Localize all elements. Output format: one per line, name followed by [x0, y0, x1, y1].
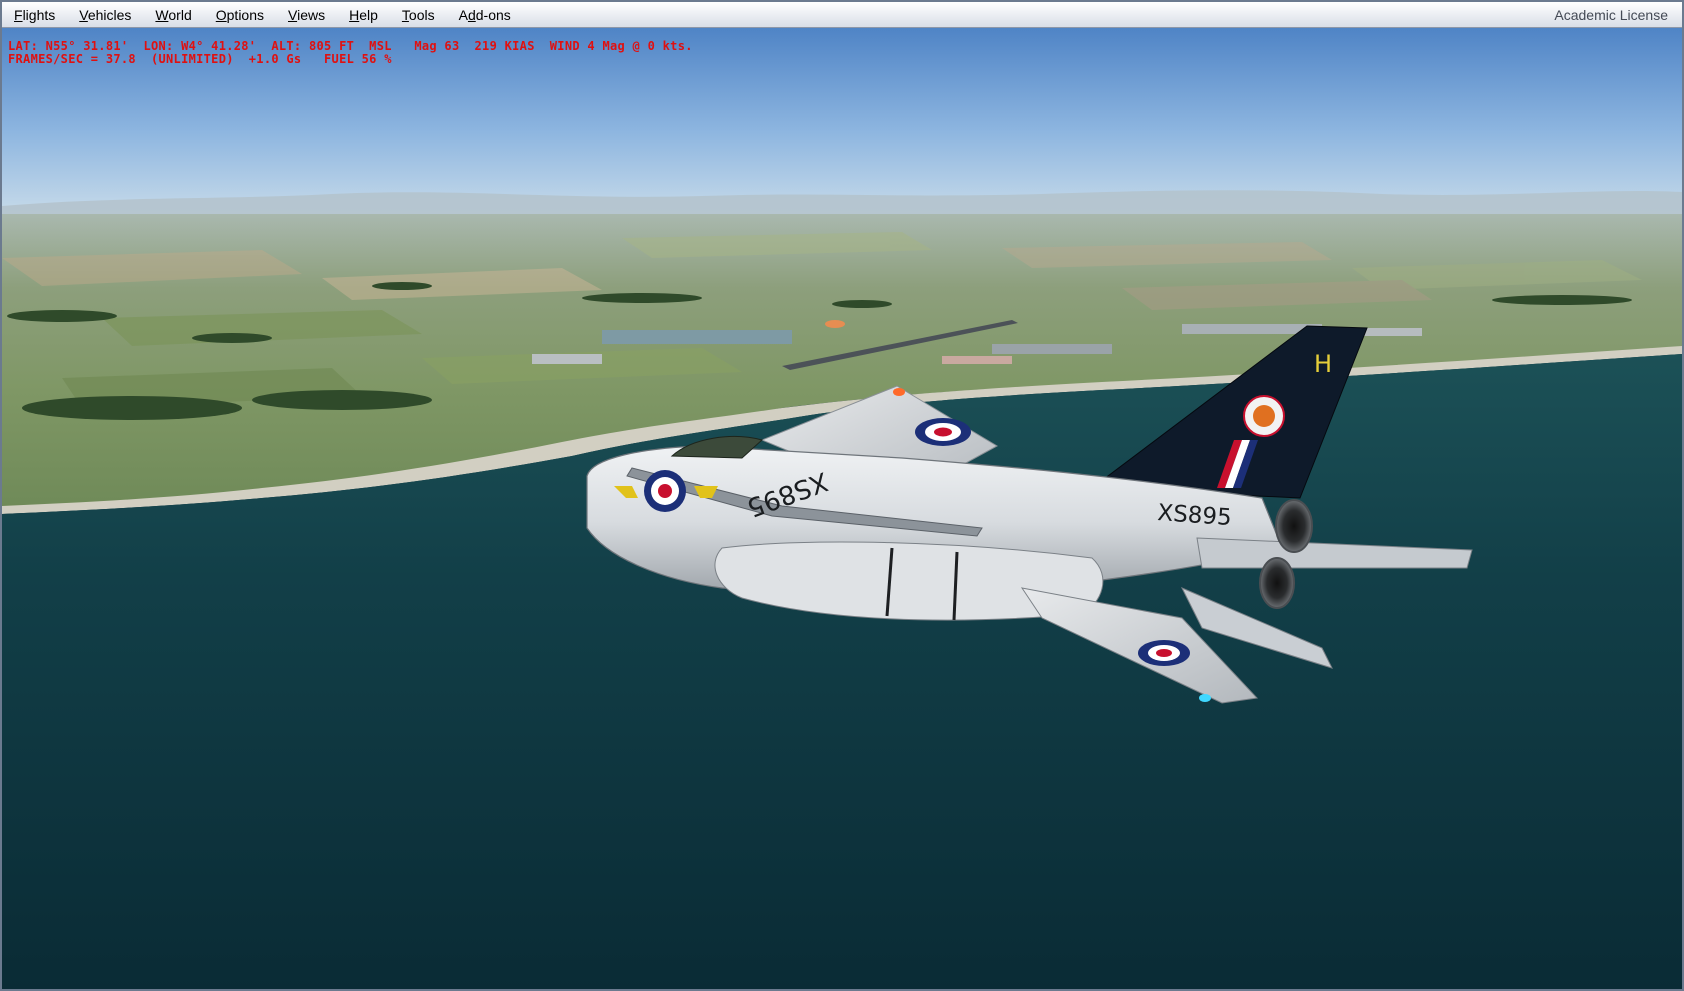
- menu-tools[interactable]: Tools: [390, 2, 447, 28]
- menu-world[interactable]: World: [143, 2, 203, 28]
- fuselage-serial: XS895: [1157, 500, 1233, 531]
- fuselage-roundel: [644, 470, 686, 512]
- formation-light: [1199, 694, 1211, 702]
- airfield-light: [825, 320, 845, 328]
- menu-help[interactable]: Help: [337, 2, 390, 28]
- hud-readout: LAT: N55° 31.81' LON: W4° 41.28' ALT: 80…: [8, 40, 693, 66]
- flight-scene[interactable]: H XS895 XS895: [2, 28, 1682, 991]
- menu-views[interactable]: Views: [276, 2, 337, 28]
- menu-vehicles[interactable]: Vehicles: [67, 2, 143, 28]
- menu-add-ons[interactable]: Add-ons: [447, 2, 523, 28]
- hud-performance-line: FRAMES/SEC = 37.8 (UNLIMITED) +1.0 Gs FU…: [8, 52, 392, 66]
- license-label: Academic License: [1554, 7, 1668, 23]
- menu-options[interactable]: Options: [204, 2, 276, 28]
- menu-flights[interactable]: Flights: [2, 2, 67, 28]
- upper-wing-roundel: [915, 418, 971, 446]
- lower-wing-roundel: [1138, 640, 1190, 666]
- menu-bar: Flights Vehicles World Options Views Hel…: [2, 2, 1682, 28]
- lower-exhaust-nozzle: [1259, 557, 1295, 609]
- upper-exhaust-nozzle: [1275, 499, 1313, 553]
- tail-letter: H: [1314, 350, 1332, 378]
- simulator-window: Flights Vehicles World Options Views Hel…: [0, 0, 1684, 991]
- beacon-light: [893, 388, 905, 396]
